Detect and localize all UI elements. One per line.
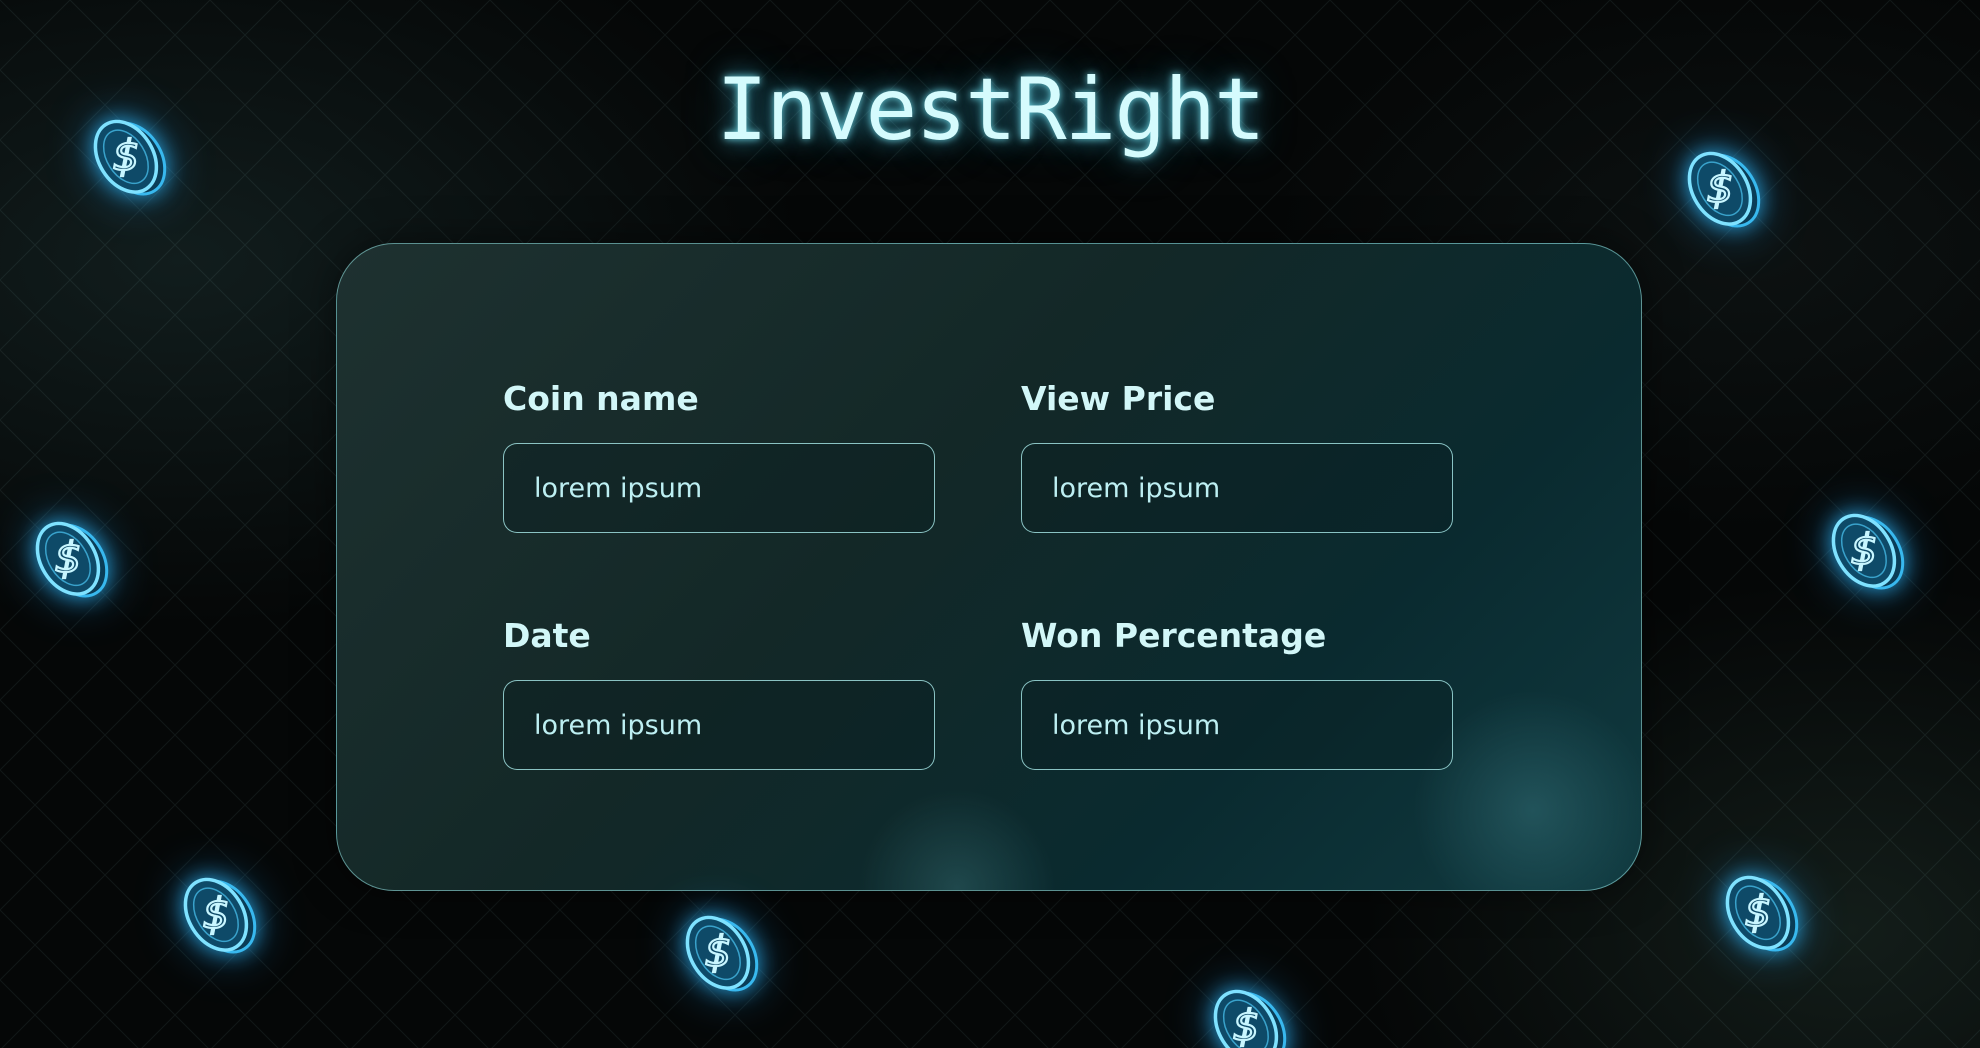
page: InvestRight Coin name View Price Date Wo…: [0, 0, 1980, 1048]
coin-name-label: Coin name: [503, 379, 699, 418]
dollar-coin-icon: $: [28, 512, 114, 604]
date-input[interactable]: [503, 680, 935, 770]
view-price-input[interactable]: [1021, 443, 1453, 533]
svg-text:$: $: [1233, 1001, 1260, 1048]
dollar-coin-icon: $: [678, 906, 764, 998]
svg-text:$: $: [55, 533, 82, 582]
svg-text:$: $: [1745, 887, 1772, 936]
svg-text:$: $: [1851, 525, 1878, 574]
dollar-coin-icon: $: [1680, 142, 1766, 234]
dollar-coin-icon: $: [176, 868, 262, 960]
won-percentage-input[interactable]: [1021, 680, 1453, 770]
dollar-coin-icon: $: [86, 110, 172, 202]
won-percentage-label: Won Percentage: [1021, 616, 1327, 655]
dollar-coin-icon: $: [1206, 980, 1292, 1048]
dollar-coin-icon: $: [1718, 866, 1804, 958]
svg-text:$: $: [113, 131, 140, 180]
view-price-label: View Price: [1021, 379, 1216, 418]
dollar-coin-icon: $: [1824, 504, 1910, 596]
svg-text:$: $: [203, 889, 230, 938]
coin-name-input[interactable]: [503, 443, 935, 533]
svg-text:$: $: [1707, 163, 1734, 212]
investment-form-panel: Coin name View Price Date Won Percentage: [336, 243, 1642, 891]
svg-text:$: $: [705, 927, 732, 976]
date-label: Date: [503, 616, 591, 655]
